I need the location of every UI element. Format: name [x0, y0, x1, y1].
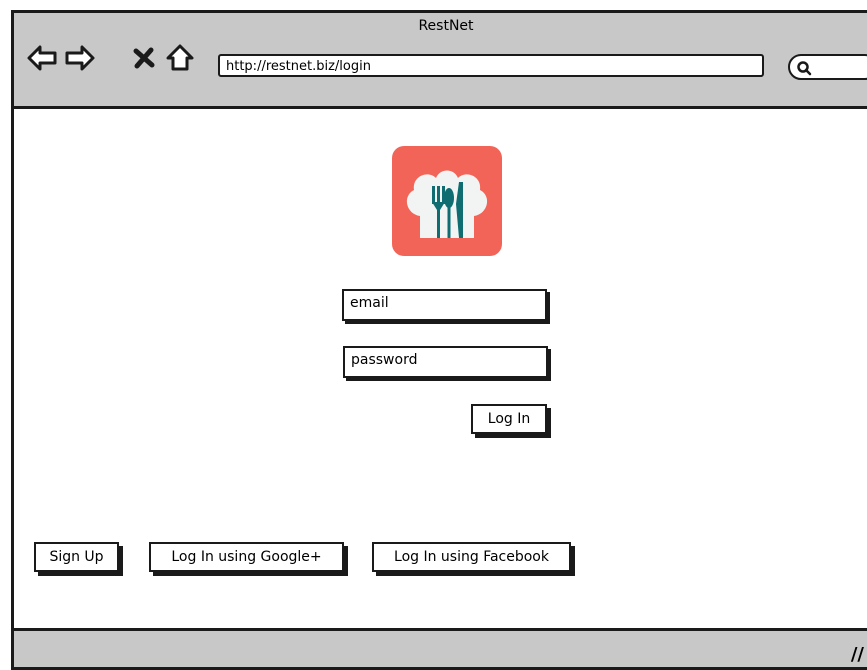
window-title: RestNet	[418, 18, 474, 34]
search-icon	[797, 61, 812, 76]
facebook-login-button[interactable]: Log In using Facebook	[372, 542, 571, 572]
home-icon	[166, 44, 194, 71]
google-login-button[interactable]: Log In using Google+	[149, 542, 344, 572]
resize-grip-icon[interactable]: //	[851, 644, 864, 665]
app-logo	[392, 146, 502, 256]
forward-button[interactable]	[64, 42, 96, 74]
back-button[interactable]	[26, 42, 58, 74]
stop-button[interactable]	[128, 42, 160, 74]
signup-button[interactable]: Sign Up	[34, 542, 119, 572]
close-icon	[133, 47, 155, 69]
search-field[interactable]	[788, 54, 867, 80]
password-field[interactable]: password	[343, 346, 548, 378]
browser-window: RestNet http://restnet.biz/login email p…	[11, 10, 867, 670]
email-field[interactable]: email	[342, 289, 547, 321]
arrow-left-icon	[27, 45, 57, 71]
chef-hat-cutlery-icon	[406, 170, 488, 238]
arrow-right-icon	[65, 45, 95, 71]
address-bar[interactable]: http://restnet.biz/login	[218, 54, 764, 77]
status-bar: //	[14, 628, 867, 667]
home-button[interactable]	[164, 42, 196, 74]
browser-toolbar: RestNet http://restnet.biz/login	[14, 13, 867, 109]
login-button[interactable]: Log In	[471, 404, 547, 434]
